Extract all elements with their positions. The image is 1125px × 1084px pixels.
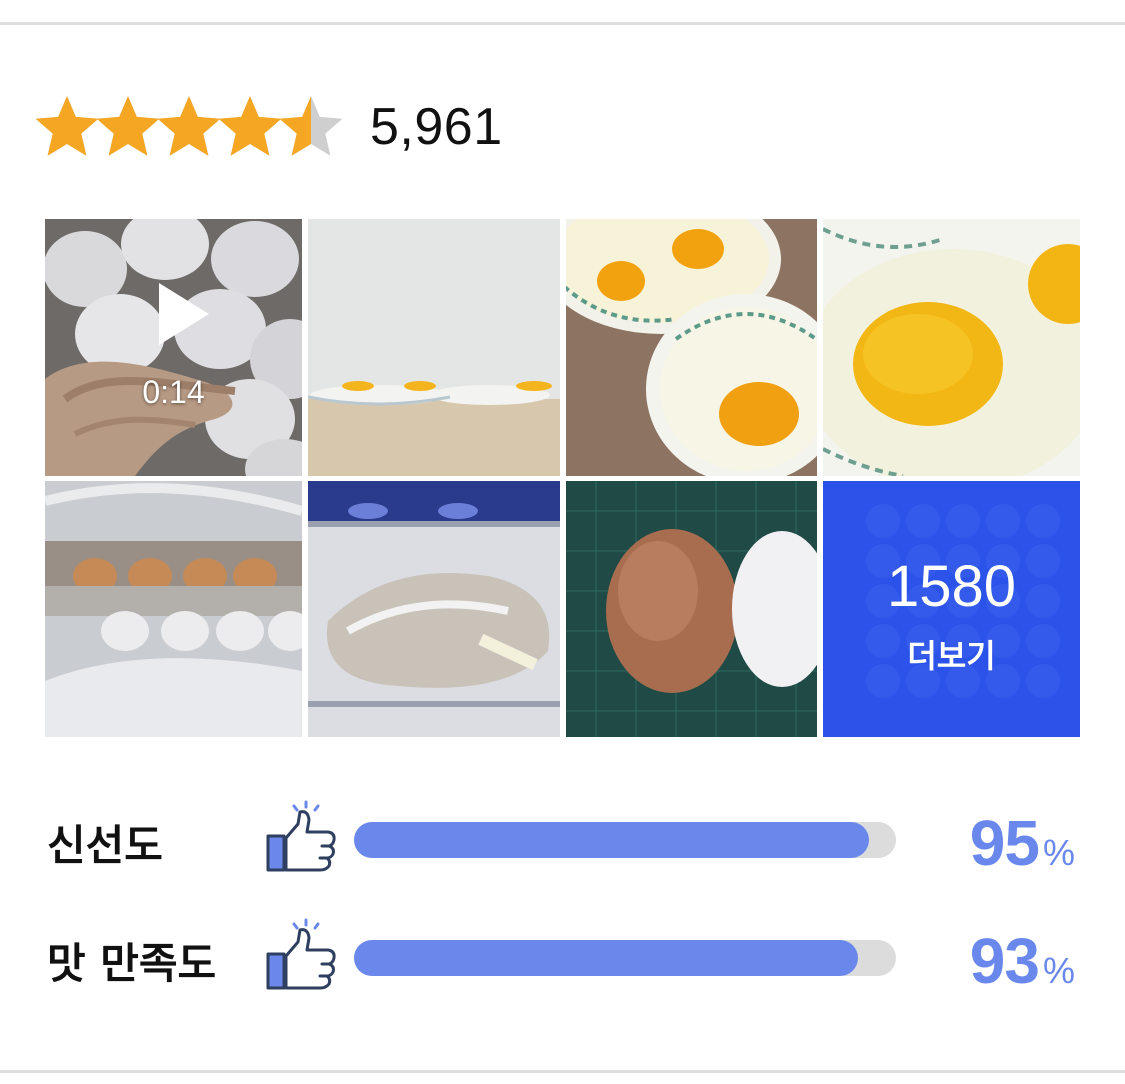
review-photo-thumbnail[interactable] xyxy=(566,481,817,737)
top-divider xyxy=(0,22,1125,25)
egg-trays-in-bag-photo xyxy=(45,481,302,737)
view-more-photos-button[interactable]: 1580 더보기 xyxy=(823,481,1080,737)
review-video-thumbnail[interactable]: 0:14 xyxy=(45,219,302,476)
metric-percent: 95% xyxy=(970,806,1075,880)
thumbs-up-icon xyxy=(266,800,336,872)
review-photo-thumbnail[interactable] xyxy=(308,481,560,737)
review-photo-thumbnail[interactable] xyxy=(566,219,817,476)
star-icon xyxy=(36,96,99,156)
video-overlay: 0:14 xyxy=(45,219,302,476)
star-icon xyxy=(279,96,342,156)
percent-value: 93 xyxy=(969,925,1040,997)
metric-label: 신선도 xyxy=(47,821,163,870)
metric-freshness: 신선도 95% xyxy=(0,800,1125,879)
rating-summary[interactable]: 5,961 xyxy=(36,92,503,162)
metric-taste-satisfaction: 맛 만족도 93% xyxy=(0,918,1125,997)
egg-yolk-closeup-photo xyxy=(823,219,1080,476)
metric-label: 맛 만족도 xyxy=(47,939,217,988)
review-photo-thumbnail[interactable] xyxy=(45,481,302,737)
progress-fill xyxy=(354,822,869,858)
review-count: 5,961 xyxy=(370,98,503,156)
thumbs-up-icon xyxy=(266,918,336,990)
bottom-divider xyxy=(0,1070,1125,1073)
progress-bar xyxy=(354,822,896,858)
star-icon xyxy=(96,96,160,156)
percent-unit: % xyxy=(1042,950,1075,991)
more-label: 더보기 xyxy=(907,637,996,675)
metric-percent: 93% xyxy=(970,924,1075,998)
star-rating xyxy=(36,94,342,160)
play-icon[interactable] xyxy=(155,281,211,347)
percent-unit: % xyxy=(1042,832,1075,873)
star-icon xyxy=(218,96,282,156)
review-photo-gallery: 0:14 1580 더보기 xyxy=(45,219,1080,737)
brown-and-white-egg-photo xyxy=(566,481,817,737)
cracked-eggs-on-plates-photo xyxy=(566,219,817,476)
more-photo-count: 1580 xyxy=(886,554,1017,619)
progress-bar xyxy=(354,940,896,976)
review-photo-thumbnail[interactable] xyxy=(308,219,560,476)
progress-fill xyxy=(354,940,859,976)
star-icon xyxy=(157,96,221,156)
egg-plates-on-table-photo xyxy=(308,219,560,476)
review-photo-thumbnail[interactable] xyxy=(823,219,1080,476)
percent-value: 95 xyxy=(969,807,1040,879)
eggs-in-fridge-bag-photo xyxy=(308,481,560,737)
video-duration: 0:14 xyxy=(142,374,205,410)
